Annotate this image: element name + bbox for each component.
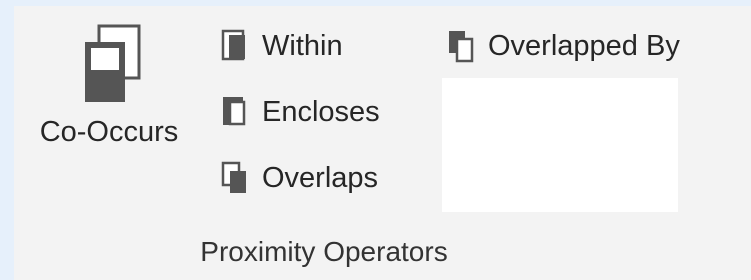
co-occurs-label: Co-Occurs [39, 116, 179, 148]
overlapped-by-icon [449, 31, 474, 63]
encloses-button[interactable]: Encloses [220, 88, 380, 136]
encloses-label: Encloses [262, 95, 380, 128]
proximity-operators-group: Co-Occurs Within Encloses Overlaps Overl… [14, 6, 751, 280]
overlapped-by-label: Overlapped By [488, 29, 680, 62]
overlapped-by-button[interactable]: Overlapped By [446, 22, 680, 70]
co-occurs-button[interactable]: Co-Occurs [14, 16, 204, 186]
within-label: Within [262, 29, 343, 62]
within-icon [221, 29, 245, 61]
within-button[interactable]: Within [220, 22, 343, 70]
overlaps-label: Overlaps [262, 161, 379, 194]
overlaps-icon [221, 161, 246, 193]
overlaps-button[interactable]: Overlaps [220, 154, 378, 202]
empty-gallery-area [442, 78, 678, 212]
encloses-icon [223, 97, 246, 126]
co-occurs-icon [85, 24, 141, 102]
group-title: Proximity Operators [200, 236, 448, 267]
